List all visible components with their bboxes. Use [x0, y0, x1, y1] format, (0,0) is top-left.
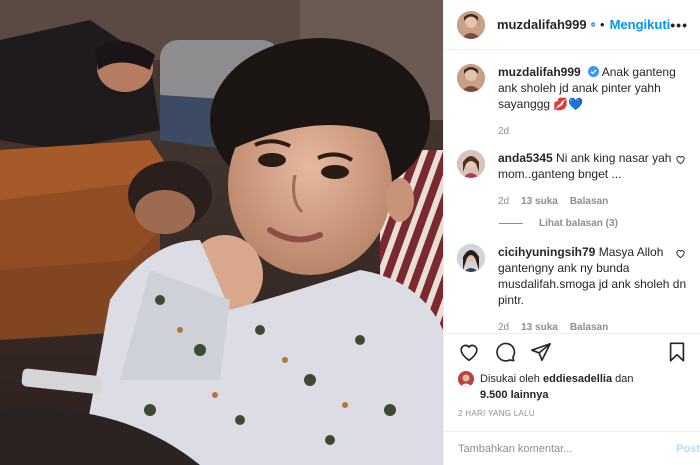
- comment-age[interactable]: 2d: [498, 320, 509, 333]
- share-paper-plane-icon[interactable]: [530, 341, 552, 363]
- caption: muzdalifah999 Anak ganteng ank sholeh jd…: [457, 64, 688, 140]
- view-replies-button[interactable]: Lihat balasan (3): [499, 218, 688, 229]
- comment-username[interactable]: anda5345: [498, 151, 553, 165]
- comment-avatar[interactable]: [457, 150, 485, 178]
- instagram-post-view: muzdalifah999 • Mengikuti ••• muzdalifah…: [0, 0, 700, 465]
- comment-avatar[interactable]: [457, 244, 485, 272]
- more-options-icon[interactable]: •••: [670, 17, 688, 33]
- likes-summary: Disukai oleh eddiesadellia dan 9.500 lai…: [444, 369, 700, 403]
- comment: cicihyuningsih79 Masya Alloh gantengny a…: [457, 244, 688, 333]
- liker-username[interactable]: eddiesadellia: [543, 373, 612, 385]
- caption-username[interactable]: muzdalifah999: [498, 65, 581, 79]
- reply-button[interactable]: Balasan: [570, 194, 608, 210]
- reply-button[interactable]: Balasan: [570, 320, 608, 333]
- action-bar: [444, 333, 700, 369]
- like-comment-heart-icon[interactable]: [675, 154, 686, 165]
- caption-age[interactable]: 2d: [498, 124, 509, 140]
- separator-dot: •: [600, 17, 605, 32]
- like-comment-heart-icon[interactable]: [675, 248, 686, 259]
- liker-avatar[interactable]: [458, 371, 474, 387]
- save-bookmark-icon[interactable]: [666, 341, 688, 363]
- add-comment-bar: Posting: [444, 431, 700, 465]
- comment-age[interactable]: 2d: [498, 194, 509, 210]
- comment: anda5345 Ni ank king nasar yah mom..gant…: [457, 150, 688, 210]
- replies-divider: [499, 223, 523, 224]
- likes-and: dan: [615, 373, 634, 385]
- post-timestamp[interactable]: 2 HARI YANG LALU: [444, 403, 700, 431]
- caption-avatar[interactable]: [457, 64, 485, 92]
- author-avatar[interactable]: [457, 10, 485, 39]
- comment-likes[interactable]: 13 suka: [521, 194, 558, 210]
- likes-count[interactable]: 9.500 lainnya: [480, 389, 549, 401]
- caption-emoji: 💋💙: [553, 97, 584, 111]
- comment-likes[interactable]: 13 suka: [521, 320, 558, 333]
- post-comment-button[interactable]: Posting: [676, 443, 700, 455]
- likes-prefix: Disukai oleh: [480, 373, 540, 385]
- post-photo[interactable]: [0, 0, 443, 465]
- following-button[interactable]: Mengikuti: [610, 17, 671, 32]
- post-photo-image: [0, 0, 443, 465]
- view-replies-label: Lihat balasan (3): [539, 218, 618, 229]
- post-header: muzdalifah999 • Mengikuti •••: [444, 0, 700, 50]
- post-side-panel: muzdalifah999 • Mengikuti ••• muzdalifah…: [443, 0, 700, 465]
- comments-feed[interactable]: muzdalifah999 Anak ganteng ank sholeh jd…: [444, 50, 700, 333]
- like-heart-icon[interactable]: [458, 341, 480, 363]
- add-comment-input[interactable]: [458, 442, 676, 455]
- comment-username[interactable]: cicihyuningsih79: [498, 245, 595, 259]
- verified-badge-icon: [590, 22, 596, 27]
- comment-bubble-icon[interactable]: [494, 341, 516, 363]
- verified-badge-icon: [588, 66, 600, 77]
- author-username[interactable]: muzdalifah999: [497, 17, 587, 32]
